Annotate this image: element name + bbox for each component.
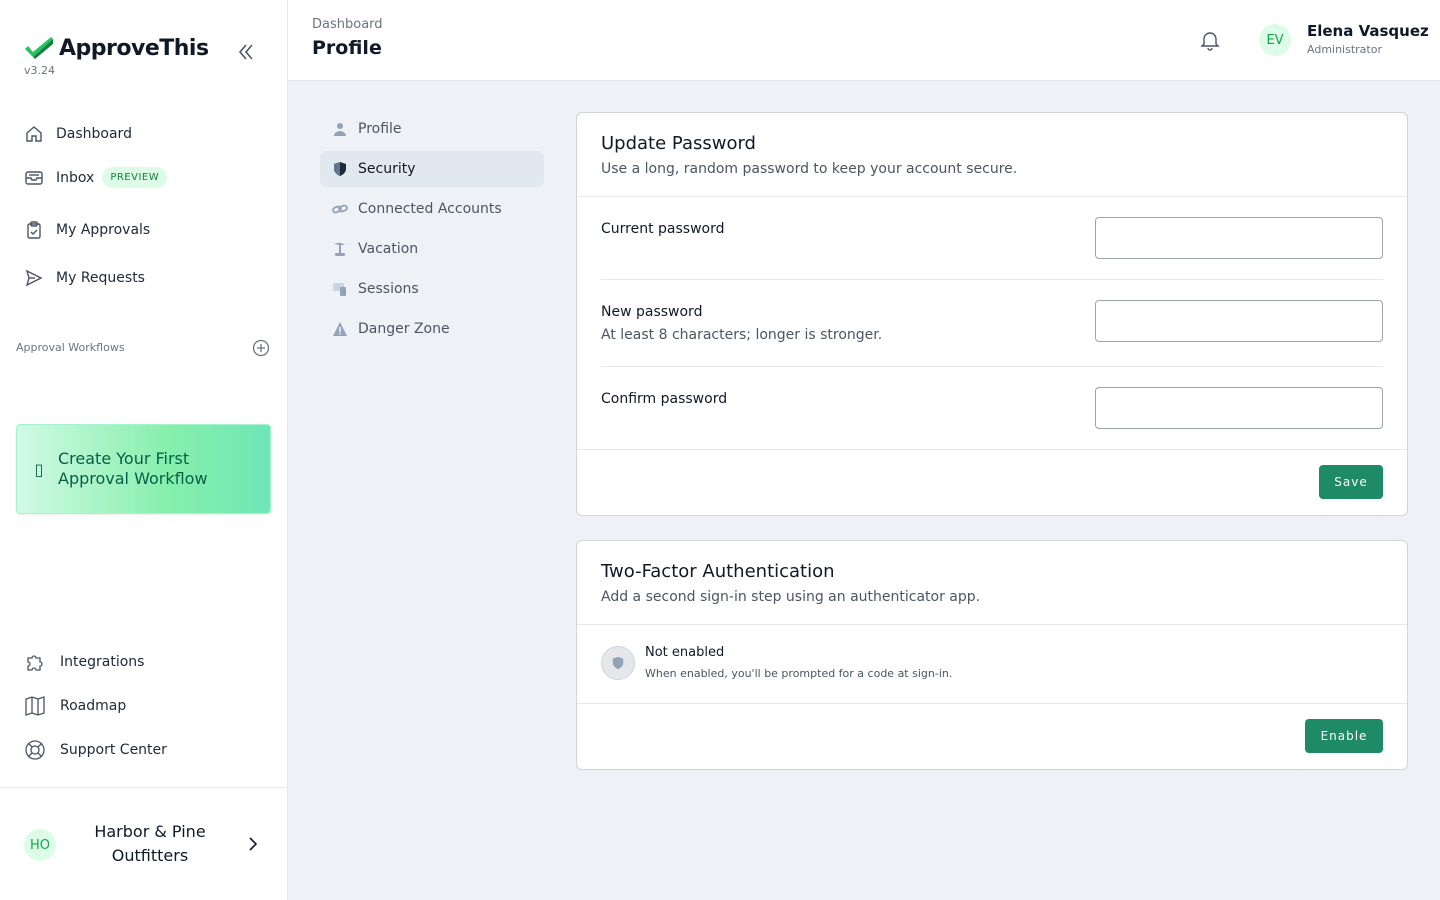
subnav-label: Danger Zone xyxy=(358,321,450,337)
divider xyxy=(601,279,1383,280)
checkmark-logo-icon xyxy=(25,36,53,59)
divider xyxy=(577,449,1407,450)
two-factor-status: Not enabled xyxy=(645,645,725,660)
subnav-sessions[interactable]: Sessions xyxy=(320,271,544,307)
sidebar-item-dashboard[interactable]: Dashboard xyxy=(24,124,132,144)
subnav-connected-accounts[interactable]: Connected Accounts xyxy=(320,191,544,227)
palm-tree-icon xyxy=(334,242,345,256)
sidebar-item-label: Support Center xyxy=(60,742,167,758)
org-avatar: HO xyxy=(24,829,56,861)
two-factor-card: Two-Factor Authentication Add a second s… xyxy=(576,540,1408,770)
sidebar-item-label: My Requests xyxy=(56,270,145,286)
two-factor-status-indicator xyxy=(601,646,635,680)
divider xyxy=(577,624,1407,625)
save-button[interactable]: Save xyxy=(1319,465,1383,499)
add-workflow-icon[interactable] xyxy=(252,339,270,357)
sidebar-item-label: Integrations xyxy=(60,654,145,670)
organization-switcher[interactable]: HO Harbor & Pine Outfitters xyxy=(0,787,287,900)
card-title: Two-Factor Authentication xyxy=(601,561,835,582)
approval-workflows-section-label: Approval Workflows xyxy=(16,341,125,354)
collapse-sidebar-icon[interactable] xyxy=(236,42,256,62)
lifebuoy-icon xyxy=(25,740,45,760)
bell-icon[interactable] xyxy=(1199,29,1221,51)
user-icon xyxy=(334,123,346,136)
brand[interactable]: ApproveThis xyxy=(24,36,209,61)
placeholder-glyph-icon: ▯ xyxy=(34,459,44,479)
subnav-label: Sessions xyxy=(358,281,419,297)
inbox-icon xyxy=(25,170,43,185)
map-icon xyxy=(25,696,45,716)
user-avatar[interactable]: EV xyxy=(1259,24,1291,56)
link-icon xyxy=(332,204,348,214)
shield-icon xyxy=(612,656,624,670)
divider xyxy=(577,703,1407,704)
subnav-vacation[interactable]: Vacation xyxy=(320,231,544,267)
top-header: Dashboard Profile EV Elena Vasquez Admin… xyxy=(288,0,1440,81)
send-icon xyxy=(25,269,43,287)
card-subtitle: Add a second sign-in step using an authe… xyxy=(601,589,981,605)
sidebar-item-label: Roadmap xyxy=(60,698,127,714)
sidebar-item-integrations[interactable]: Integrations xyxy=(24,651,144,673)
current-password-input[interactable] xyxy=(1095,217,1383,259)
sidebar-item-label: Dashboard xyxy=(56,126,132,142)
current-password-label: Current password xyxy=(601,221,725,237)
new-password-hint: At least 8 characters; longer is stronge… xyxy=(601,327,883,343)
sidebar-item-my-approvals[interactable]: My Approvals xyxy=(24,220,150,240)
sidebar-item-label: Inbox xyxy=(56,169,95,186)
user-name: Elena Vasquez xyxy=(1307,22,1429,40)
new-password-label: New password xyxy=(601,304,703,320)
devices-icon xyxy=(333,283,346,296)
subnav-label: Profile xyxy=(358,121,402,137)
sidebar: ApproveThis v3.24 Dashboard Inbox PREVIE… xyxy=(0,0,288,900)
sidebar-item-inbox[interactable]: Inbox PREVIEW xyxy=(24,167,168,188)
shield-icon xyxy=(334,162,346,176)
user-role: Administrator xyxy=(1307,43,1382,56)
confirm-password-input[interactable] xyxy=(1095,387,1383,429)
divider xyxy=(577,196,1407,197)
chevron-right-icon xyxy=(249,837,258,851)
create-first-workflow-button[interactable]: ▯ Create Your First Approval Workflow xyxy=(16,424,271,514)
puzzle-icon xyxy=(27,655,43,671)
update-password-card: Update Password Use a long, random passw… xyxy=(576,112,1408,516)
clipboard-check-icon xyxy=(27,221,41,239)
sidebar-item-my-requests[interactable]: My Requests xyxy=(24,268,145,288)
sidebar-item-label: My Approvals xyxy=(56,222,151,238)
cta-label: Create Your First Approval Workflow xyxy=(58,449,208,488)
org-name: Harbor & Pine Outfitters xyxy=(94,822,206,865)
confirm-password-label: Confirm password xyxy=(601,391,728,407)
subnav-label: Security xyxy=(358,161,416,177)
page-title: Profile xyxy=(312,37,382,59)
subnav-profile[interactable]: Profile xyxy=(320,111,544,147)
two-factor-status-description: When enabled, you'll be prompted for a c… xyxy=(645,667,953,680)
card-subtitle: Use a long, random password to keep your… xyxy=(601,161,1018,177)
card-title: Update Password xyxy=(601,133,756,154)
breadcrumb[interactable]: Dashboard xyxy=(312,17,383,32)
app-version: v3.24 xyxy=(24,64,56,77)
subnav-label: Connected Accounts xyxy=(358,201,502,217)
preview-badge: PREVIEW xyxy=(102,167,168,188)
divider xyxy=(601,366,1383,367)
sidebar-item-roadmap[interactable]: Roadmap xyxy=(24,695,126,717)
subnav-security[interactable]: Security xyxy=(320,151,544,187)
sidebar-item-support-center[interactable]: Support Center xyxy=(24,739,167,761)
enable-two-factor-button[interactable]: Enable xyxy=(1305,719,1383,753)
subnav-label: Vacation xyxy=(358,241,419,257)
new-password-input[interactable] xyxy=(1095,300,1383,342)
home-icon xyxy=(26,126,42,142)
warning-icon xyxy=(333,322,347,336)
brand-name: ApproveThis xyxy=(59,36,209,61)
subnav-danger-zone[interactable]: Danger Zone xyxy=(320,311,544,347)
